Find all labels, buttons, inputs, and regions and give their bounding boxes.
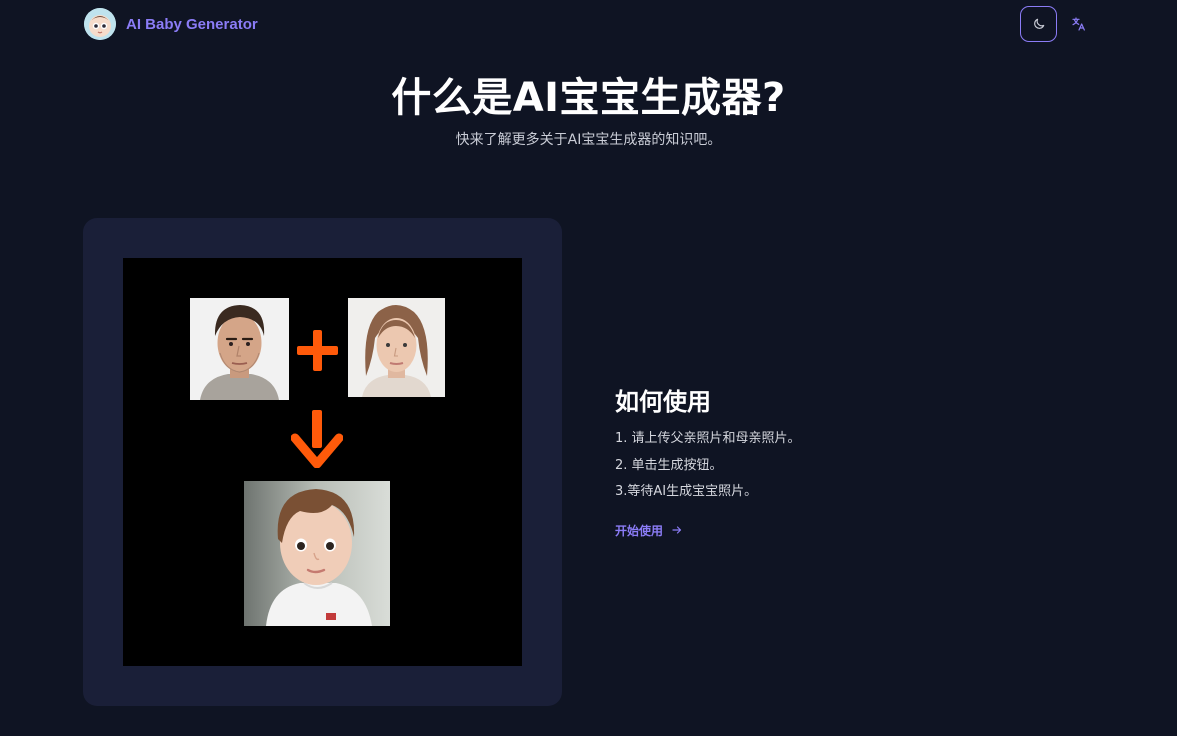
mother-face-photo: [348, 298, 445, 397]
plus-icon: [297, 330, 338, 371]
father-face-photo: [190, 298, 289, 400]
page-title: 什么是AI宝宝生成器?: [391, 75, 786, 121]
get-started-link[interactable]: 开始使用: [615, 522, 683, 539]
arrow-down-icon: [291, 410, 343, 468]
how-to-steps: 1. 请上传父亲照片和母亲照片。 2. 单击生成按钮。 3.等待AI生成宝宝照片…: [615, 426, 1035, 506]
how-to-title: 如何使用: [615, 388, 711, 416]
baby-face-icon: [84, 8, 116, 40]
page-subtitle: 快来了解更多关于AI宝宝生成器的知识吧。: [455, 132, 722, 148]
page: AI Baby Generator 什么是AI宝宝生成器? 快来了解更多关于AI…: [0, 0, 1177, 736]
illustration-canvas: [123, 258, 522, 666]
how-to-step: 2. 单击生成按钮。: [615, 457, 723, 473]
translate-icon: [1072, 17, 1085, 31]
brand-name: AI Baby Generator: [126, 15, 258, 33]
arrow-right-icon: [672, 526, 682, 534]
how-to-step: 3.等待AI生成宝宝照片。: [615, 484, 758, 499]
moon-icon: [1033, 18, 1044, 29]
how-to-section: 如何使用 1. 请上传父亲照片和母亲照片。 2. 单击生成按钮。 3.等待AI生…: [615, 384, 1035, 539]
how-to-step: 1. 请上传父亲照片和母亲照片。: [615, 431, 801, 446]
brand-link[interactable]: AI Baby Generator: [84, 8, 258, 40]
get-started-label: 开始使用: [615, 523, 664, 538]
baby-photo: [244, 481, 390, 626]
theme-toggle-button[interactable]: [1020, 6, 1057, 42]
header: AI Baby Generator: [0, 0, 1177, 48]
illustration-card: [83, 218, 562, 706]
language-toggle-button[interactable]: [1068, 13, 1090, 35]
